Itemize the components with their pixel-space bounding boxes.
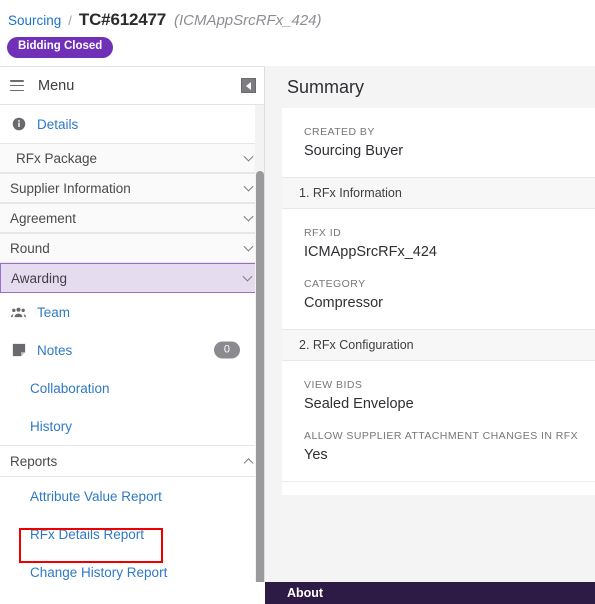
- sidebar-item-label: Agreement: [10, 211, 76, 226]
- field-created-by: CREATED BY Sourcing Buyer: [304, 126, 595, 159]
- sidebar-item-rfx-details-report[interactable]: RFx Details Report: [0, 515, 264, 553]
- sidebar-header: Menu: [0, 67, 264, 105]
- section-body-rfx-configuration: VIEW BIDS Sealed Envelope ALLOW SUPPLIER…: [282, 361, 595, 481]
- page-title-alias: (ICMAppSrcRFx_424): [174, 12, 322, 29]
- sidebar-item-label: History: [30, 419, 72, 434]
- field-value: Sourcing Buyer: [304, 143, 595, 159]
- field-label: RFX ID: [304, 227, 595, 239]
- sidebar-item-details[interactable]: Details: [0, 105, 264, 143]
- field-value: Sealed Envelope: [304, 396, 595, 412]
- field-rfx-id: RFX ID ICMAppSrcRFx_424: [304, 227, 595, 260]
- sidebar-item-label: RFx Package: [16, 151, 97, 166]
- sidebar-item-reports[interactable]: Reports: [0, 445, 264, 477]
- sidebar-item-rfx-package[interactable]: RFx Package: [0, 143, 264, 173]
- section-body-rfx-information: RFX ID ICMAppSrcRFx_424 CATEGORY Compres…: [282, 209, 595, 329]
- notes-count-badge: 0: [214, 342, 240, 359]
- note-icon: [10, 342, 27, 359]
- about-label: About: [287, 586, 323, 600]
- field-value: Compressor: [304, 295, 595, 311]
- sidebar-item-attribute-value-report[interactable]: Attribute Value Report: [0, 477, 264, 515]
- sidebar-item-team[interactable]: Team: [0, 293, 264, 331]
- breadcrumb: Sourcing / TC#612477 (ICMAppSrcRFx_424): [8, 10, 322, 30]
- chevron-down-icon: [244, 212, 254, 222]
- page-header: Sourcing / TC#612477 (ICMAppSrcRFx_424) …: [0, 0, 595, 66]
- section-heading-rfx-configuration: 2. RFx Configuration: [282, 329, 595, 361]
- collapse-panel-button[interactable]: [241, 78, 256, 93]
- about-footer: About: [265, 582, 595, 604]
- field-label: CREATED BY: [304, 126, 595, 138]
- sidebar-item-label: Reports: [10, 454, 57, 469]
- chevron-down-icon: [244, 242, 254, 252]
- field-value: Yes: [304, 447, 595, 463]
- field-label: VIEW BIDS: [304, 379, 595, 391]
- summary-header: Summary: [265, 66, 595, 108]
- hamburger-menu-icon[interactable]: [10, 80, 24, 91]
- sidebar-scrollbar-thumb[interactable]: [256, 171, 264, 604]
- field-value: ICMAppSrcRFx_424: [304, 244, 595, 260]
- summary-card: CREATED BY Sourcing Buyer 1. RFx Informa…: [282, 108, 595, 495]
- sidebar-item-collaboration[interactable]: Collaboration: [0, 369, 264, 407]
- sidebar-item-label: RFx Details Report: [30, 527, 144, 542]
- sidebar-item-label: Collaboration: [30, 381, 110, 396]
- field-label: ALLOW SUPPLIER ATTACHMENT CHANGES IN RFX: [304, 430, 595, 442]
- footer-left-spacer: [0, 582, 265, 604]
- breadcrumb-link-sourcing[interactable]: Sourcing: [8, 13, 61, 28]
- summary-title: Summary: [287, 77, 364, 98]
- application-root: Sourcing / TC#612477 (ICMAppSrcRFx_424) …: [0, 0, 595, 604]
- sidebar-item-label: Team: [37, 305, 70, 320]
- sidebar-item-label: Supplier Information: [10, 181, 131, 196]
- sidebar-menu-label: Menu: [38, 78, 74, 94]
- chevron-down-icon: [244, 152, 254, 162]
- sidebar-nav-list: Details RFx Package Supplier Information…: [0, 105, 264, 591]
- field-view-bids: VIEW BIDS Sealed Envelope: [304, 379, 595, 412]
- sidebar-item-label: Attribute Value Report: [30, 489, 162, 504]
- chevron-left-icon: [246, 82, 251, 90]
- sidebar-item-round[interactable]: Round: [0, 233, 264, 263]
- info-icon: [10, 116, 27, 133]
- users-icon: [10, 304, 27, 321]
- breadcrumb-separator: /: [68, 13, 72, 28]
- sidebar-item-awarding[interactable]: Awarding: [0, 263, 264, 293]
- navigation-sidebar: Menu Details RFx Package: [0, 66, 265, 604]
- main-content-panel: Summary CREATED BY Sourcing Buyer 1. RFx…: [265, 66, 595, 604]
- chevron-up-icon: [244, 458, 254, 468]
- page-title: TC#612477: [79, 10, 166, 30]
- chevron-down-icon: [244, 182, 254, 192]
- sidebar-item-label: Details: [37, 117, 78, 132]
- card-footer-spacer: [282, 481, 595, 495]
- status-badge: Bidding Closed: [7, 37, 113, 58]
- sidebar-item-agreement[interactable]: Agreement: [0, 203, 264, 233]
- sidebar-item-label: Awarding: [11, 271, 67, 286]
- section-heading-rfx-information: 1. RFx Information: [282, 177, 595, 209]
- sidebar-item-label: Notes: [37, 343, 72, 358]
- sidebar-scrollbar-track[interactable]: [255, 105, 264, 604]
- field-category: CATEGORY Compressor: [304, 278, 595, 311]
- created-by-group: CREATED BY Sourcing Buyer: [282, 108, 595, 177]
- sidebar-item-history[interactable]: History: [0, 407, 264, 445]
- sidebar-item-label: Round: [10, 241, 50, 256]
- field-label: CATEGORY: [304, 278, 595, 290]
- sidebar-item-supplier-information[interactable]: Supplier Information: [0, 173, 264, 203]
- sidebar-item-notes[interactable]: Notes 0: [0, 331, 264, 369]
- chevron-down-icon: [243, 272, 253, 282]
- field-allow-supplier-attachment-changes: ALLOW SUPPLIER ATTACHMENT CHANGES IN RFX…: [304, 430, 595, 463]
- sidebar-item-label: Change History Report: [30, 565, 167, 580]
